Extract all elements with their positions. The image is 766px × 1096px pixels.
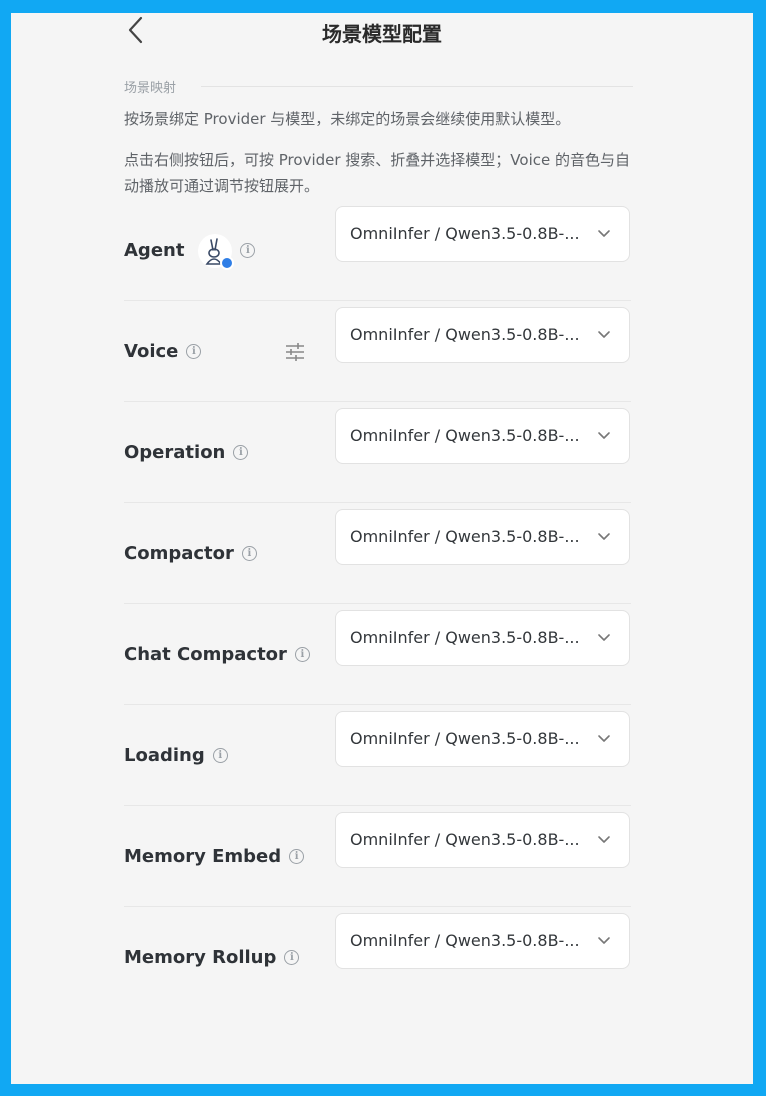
select-value: OmniInfer / Qwen3.5-0.8B-... [350,527,580,546]
model-select-loading[interactable]: OmniInfer / Qwen3.5-0.8B-... [335,711,630,767]
model-select-memory-rollup[interactable]: OmniInfer / Qwen3.5-0.8B-... [335,913,630,969]
scene-label: Memory Embed [124,846,282,867]
page-title: 场景模型配置 [322,22,442,46]
row-label-group: Chat Compactor i [124,604,310,705]
scene-row-memory-embed: Memory Embed i OmniInfer / Qwen3.5-0.8B-… [124,806,631,907]
select-value: OmniInfer / Qwen3.5-0.8B-... [350,426,580,445]
info-icon[interactable]: i [233,445,249,460]
chevron-down-icon [598,937,610,944]
chevron-down-icon [598,432,610,439]
header: 场景模型配置 [11,13,753,53]
row-label-group: Agent i [124,200,256,301]
scene-label: Compactor [124,543,234,564]
row-label-group: Voice i [124,301,202,402]
sliders-icon[interactable] [284,341,306,363]
info-icon[interactable]: i [186,344,202,359]
scene-row-loading: Loading i OmniInfer / Qwen3.5-0.8B-... [124,705,631,806]
scene-label: Loading [124,745,205,766]
select-value: OmniInfer / Qwen3.5-0.8B-... [350,729,580,748]
info-icon[interactable]: i [240,243,256,258]
edit-badge-icon [220,255,235,270]
row-label-group: Loading i [124,705,228,806]
select-value: OmniInfer / Qwen3.5-0.8B-... [350,931,580,950]
model-select-compactor[interactable]: OmniInfer / Qwen3.5-0.8B-... [335,509,630,565]
chevron-down-icon [598,836,610,843]
chevron-down-icon [598,634,610,641]
scene-label: Agent [124,240,185,261]
model-select-operation[interactable]: OmniInfer / Qwen3.5-0.8B-... [335,408,630,464]
select-value: OmniInfer / Qwen3.5-0.8B-... [350,325,580,344]
info-icon[interactable]: i [289,849,305,864]
info-icon[interactable]: i [284,950,300,965]
section-hint: 点击右侧按钮后，可按 Provider 搜索、折叠并选择模型；Voice 的音色… [124,151,630,195]
scene-label: Chat Compactor [124,644,287,665]
chevron-down-icon [598,230,610,237]
model-select-chat-compactor[interactable]: OmniInfer / Qwen3.5-0.8B-... [335,610,630,666]
select-value: OmniInfer / Qwen3.5-0.8B-... [350,224,580,243]
scene-row-agent: Agent i OmniInfer / Qwen3.5-0.8B-... [124,200,631,301]
app-frame: 场景模型配置 场景映射 按场景绑定 Provider 与模型，未绑定的场景会继续… [11,13,753,1084]
section-divider [201,86,633,87]
scene-row-compactor: Compactor i OmniInfer / Qwen3.5-0.8B-... [124,503,631,604]
agent-avatar[interactable] [198,233,235,270]
scene-row-voice: Voice i OmniInfer / Qwen3.5-0.8B-... [124,301,631,402]
row-label-group: Memory Rollup i [124,907,300,1008]
model-select-voice[interactable]: OmniInfer / Qwen3.5-0.8B-... [335,307,630,363]
scene-row-operation: Operation i OmniInfer / Qwen3.5-0.8B-... [124,402,631,503]
info-icon[interactable]: i [294,647,310,662]
model-select-agent[interactable]: OmniInfer / Qwen3.5-0.8B-... [335,206,630,262]
chevron-down-icon [598,533,610,540]
chevron-down-icon [598,735,610,742]
row-label-group: Compactor i [124,503,257,604]
scene-label: Operation [124,442,226,463]
select-value: OmniInfer / Qwen3.5-0.8B-... [350,830,580,849]
info-icon[interactable]: i [212,748,228,763]
select-value: OmniInfer / Qwen3.5-0.8B-... [350,628,580,647]
chevron-down-icon [598,331,610,338]
row-label-group: Operation i [124,402,249,503]
scene-row-memory-rollup: Memory Rollup i OmniInfer / Qwen3.5-0.8B… [124,907,631,1008]
section-description: 按场景绑定 Provider 与模型，未绑定的场景会继续使用默认模型。 [124,110,571,128]
row-label-group: Memory Embed i [124,806,305,907]
info-icon[interactable]: i [241,546,257,561]
model-select-memory-embed[interactable]: OmniInfer / Qwen3.5-0.8B-... [335,812,630,868]
scene-label: Voice [124,341,179,362]
scene-label: Memory Rollup [124,947,277,968]
section-label: 场景映射 [124,81,177,96]
scene-row-chat-compactor: Chat Compactor i OmniInfer / Qwen3.5-0.8… [124,604,631,705]
